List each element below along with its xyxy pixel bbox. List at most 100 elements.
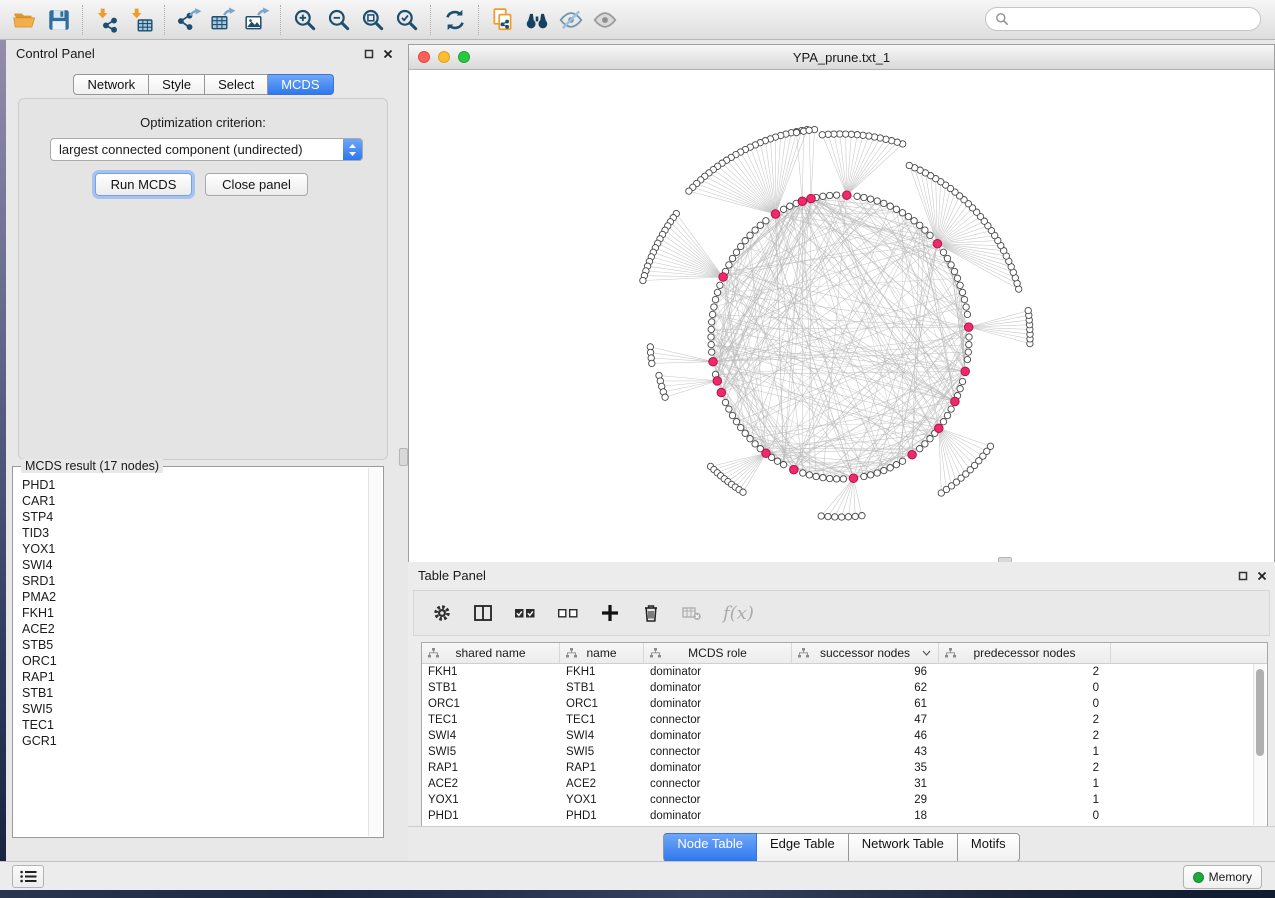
tab-network-table[interactable]: Network Table [849,833,958,862]
table-row[interactable]: YOX1YOX1connector291 [422,792,1267,808]
table-cell: SWI5 [560,746,644,758]
mcds-node-item[interactable]: RAP1 [22,669,369,685]
tab-select[interactable]: Select [205,74,268,95]
floppy-disk-icon [46,7,72,33]
table-settings-button[interactable] [432,603,452,623]
table-cell: connector [644,778,792,790]
import-table-button[interactable] [124,4,158,36]
close-panel-button[interactable]: Close panel [205,173,308,196]
table-row[interactable]: STB1STB1dominator620 [422,680,1267,696]
mcds-node-item[interactable]: ACE2 [22,621,369,637]
open-file-button[interactable] [8,4,42,36]
table-cell: ACE2 [560,778,644,790]
zoom-in-button[interactable] [288,4,322,36]
mcds-node-item[interactable]: TEC1 [22,717,369,733]
zoom-fit-button[interactable] [356,4,390,36]
hide-selected-button[interactable] [554,4,588,36]
close-panel-icon[interactable] [1257,571,1267,581]
mcds-node-item[interactable]: TID3 [22,525,369,541]
add-row-button[interactable] [600,603,620,623]
table-cell: dominator [644,666,792,678]
refresh-layout-button[interactable] [438,4,472,36]
zoom-out-button[interactable] [322,4,356,36]
mcds-node-item[interactable]: CAR1 [22,493,369,509]
float-panel-icon[interactable] [364,49,374,59]
tab-style[interactable]: Style [149,74,205,95]
table-cell: 2 [939,762,1111,774]
optimization-criterion-select[interactable]: largest connected component (undirected) [50,138,363,161]
tab-mcds[interactable]: MCDS [268,74,333,95]
network-canvas[interactable] [409,70,1274,562]
memory-button[interactable]: Memory [1183,865,1262,889]
table-scrollbar-thumb[interactable] [1256,669,1264,756]
desktop-wallpaper-bottom [0,890,1275,898]
show-columns-button[interactable] [473,603,493,623]
table-tabs-bar: Node TableEdge TableNetwork TableMotifs [408,826,1275,862]
select-all-button[interactable] [514,603,536,623]
search-network-button[interactable] [520,4,554,36]
function-builder-button[interactable]: f(x) [723,603,754,624]
network-search-field[interactable] [985,7,1261,31]
save-session-button[interactable] [42,4,76,36]
vertical-splitter-handle[interactable] [399,448,408,466]
table-scrollbar[interactable] [1253,664,1266,825]
table-row[interactable]: FKH1FKH1dominator962 [422,664,1267,680]
import-network-button[interactable] [90,4,124,36]
deselect-all-button[interactable] [557,603,579,623]
mcds-node-item[interactable]: SRD1 [22,573,369,589]
export-network-icon [176,7,202,33]
search-input[interactable] [1014,11,1260,27]
mcds-list-scrollbar[interactable] [368,468,382,836]
column-header-name[interactable]: name [560,643,644,663]
table-row[interactable]: ACE2ACE2connector311 [422,776,1267,792]
task-history-button[interactable] [12,865,44,888]
mcds-result-list[interactable]: PHD1CAR1STP4TID3YOX1SWI4SRD1PMA2FKH1ACE2… [14,477,369,836]
close-window-icon[interactable] [418,51,430,63]
mcds-node-item[interactable]: STP4 [22,509,369,525]
maximize-window-icon[interactable] [458,51,470,63]
status-bar: Memory [0,861,1275,890]
network-graph[interactable] [409,70,1274,562]
column-header-MCDS-role[interactable]: MCDS role [644,643,792,663]
table-cell: SWI4 [560,730,644,742]
mcds-node-item[interactable]: SWI4 [22,557,369,573]
table-row[interactable]: SWI5SWI5connector431 [422,744,1267,760]
show-all-button[interactable] [588,4,622,36]
tab-node-table[interactable]: Node Table [663,833,757,862]
mcds-node-item[interactable]: FKH1 [22,605,369,621]
float-panel-icon[interactable] [1238,571,1248,581]
mcds-node-item[interactable]: STB5 [22,637,369,653]
copy-network-button[interactable] [486,4,520,36]
tab-motifs[interactable]: Motifs [958,833,1020,862]
mcds-node-item[interactable]: SWI5 [22,701,369,717]
memory-status-icon [1193,872,1204,883]
mcds-node-item[interactable]: GCR1 [22,733,369,749]
table-row[interactable]: SWI4SWI4dominator462 [422,728,1267,744]
delete-row-button[interactable] [641,603,661,623]
table-tabs: Node TableEdge TableNetwork TableMotifs [663,833,1019,862]
column-header-predecessor-nodes[interactable]: predecessor nodes [939,643,1111,663]
column-header-shared-name[interactable]: shared name [422,643,560,663]
close-panel-icon[interactable] [383,49,393,59]
node-table: shared namenameMCDS rolesuccessor nodesp… [421,642,1268,827]
table-row[interactable]: ORC1ORC1dominator610 [422,696,1267,712]
mcds-node-item[interactable]: STB1 [22,685,369,701]
mcds-node-item[interactable]: ORC1 [22,653,369,669]
mcds-node-item[interactable]: YOX1 [22,541,369,557]
table-row[interactable]: RAP1RAP1dominator352 [422,760,1267,776]
tab-network[interactable]: Network [73,74,149,95]
mcds-node-item[interactable]: PMA2 [22,589,369,605]
run-mcds-button[interactable]: Run MCDS [95,173,192,196]
zoom-selected-button[interactable] [390,4,424,36]
network-window-titlebar[interactable]: YPA_prune.txt_1 [409,45,1274,70]
table-row[interactable]: PHD1PHD1dominator180 [422,808,1267,824]
mcds-node-item[interactable]: PHD1 [22,477,369,493]
tab-edge-table[interactable]: Edge Table [757,833,849,862]
export-table-button[interactable] [206,4,240,36]
clear-table-button[interactable] [682,603,702,623]
minimize-window-icon[interactable] [438,51,450,63]
export-network-button[interactable] [172,4,206,36]
column-header-successor-nodes[interactable]: successor nodes [792,643,939,663]
table-row[interactable]: TEC1TEC1connector472 [422,712,1267,728]
export-image-button[interactable] [240,4,274,36]
